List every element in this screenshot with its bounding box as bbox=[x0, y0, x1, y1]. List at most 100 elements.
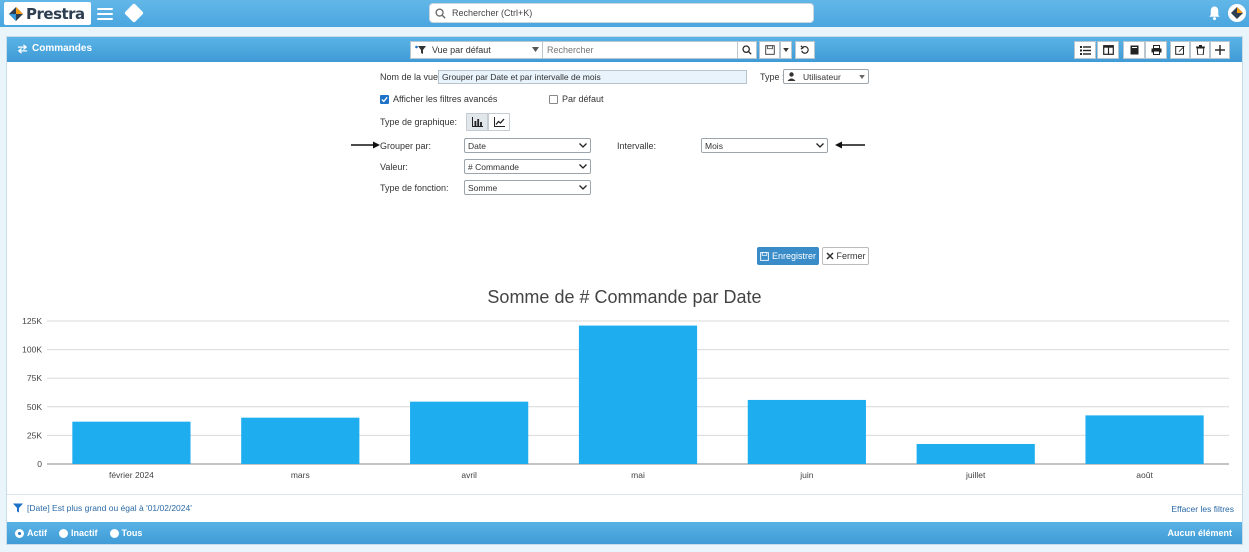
chevron-down-icon bbox=[816, 143, 824, 148]
chart-type-label: Type de graphique: bbox=[380, 117, 458, 127]
orders-panel: Commandes Vue par défaut Rechercher Nom … bbox=[6, 36, 1243, 545]
save-view-dropdown[interactable] bbox=[780, 41, 792, 59]
default-option[interactable]: Par défaut bbox=[549, 94, 604, 104]
active-filter[interactable]: [Date] Est plus grand ou égal à '01/02/2… bbox=[13, 503, 192, 513]
caret-down-icon bbox=[783, 48, 789, 52]
edit-icon bbox=[1175, 46, 1185, 55]
bar-chart-type-button[interactable] bbox=[466, 113, 488, 131]
save-button[interactable]: Enregistrer bbox=[757, 247, 819, 265]
show-advanced-checkbox[interactable] bbox=[380, 94, 389, 104]
radio-active-dot[interactable] bbox=[15, 528, 24, 538]
y-tick-label: 0 bbox=[37, 459, 42, 469]
line-chart-icon bbox=[493, 117, 505, 127]
type-label: Type : bbox=[760, 72, 785, 82]
value-select[interactable]: # Commande bbox=[464, 159, 591, 174]
view-select-value: Vue par défaut bbox=[432, 45, 491, 55]
search-icon bbox=[742, 45, 752, 55]
view-select[interactable]: Vue par défaut bbox=[410, 41, 545, 59]
x-tick-label: février 2024 bbox=[109, 470, 154, 480]
logo-icon bbox=[9, 6, 23, 21]
delete-button[interactable] bbox=[1190, 41, 1210, 59]
bar-chart-icon bbox=[471, 117, 483, 127]
panel-title-text: Commandes bbox=[32, 43, 93, 54]
filter-text: [Date] Est plus grand ou égal à '01/02/2… bbox=[27, 503, 192, 513]
filter-icon bbox=[13, 503, 23, 513]
x-tick-label: mars bbox=[291, 470, 310, 480]
default-checkbox[interactable] bbox=[549, 94, 558, 104]
radio-inactive-label: Inactif bbox=[71, 528, 98, 538]
view-name-input[interactable]: Grouper par Date et par intervalle de mo… bbox=[438, 70, 747, 84]
view-search-input[interactable] bbox=[542, 41, 738, 59]
trash-icon bbox=[1195, 45, 1205, 55]
chevron-down-icon bbox=[579, 164, 587, 169]
global-search-input[interactable]: Rechercher (Ctrl+K) bbox=[429, 3, 814, 23]
bar bbox=[1085, 415, 1204, 464]
view-name-label: Nom de la vue : bbox=[380, 72, 444, 82]
default-label: Par défaut bbox=[562, 94, 604, 104]
radio-active[interactable]: Actif bbox=[15, 528, 47, 538]
show-advanced-filters[interactable]: Afficher les filtres avancés bbox=[380, 94, 497, 104]
list-icon bbox=[1079, 45, 1091, 55]
value-label: Valeur: bbox=[380, 162, 408, 172]
function-select-value: Somme bbox=[468, 182, 498, 193]
bell-icon[interactable] bbox=[1207, 5, 1222, 21]
line-chart-type-button[interactable] bbox=[488, 113, 510, 131]
list-view-button[interactable] bbox=[1074, 41, 1096, 59]
print-button[interactable] bbox=[1145, 41, 1167, 59]
y-tick-label: 50K bbox=[27, 402, 42, 412]
radio-inactive[interactable]: Inactif bbox=[59, 528, 98, 538]
menu-icon[interactable] bbox=[97, 5, 113, 21]
close-button-label: Fermer bbox=[836, 251, 866, 261]
radio-active-label: Actif bbox=[27, 528, 47, 538]
logo-text: Prestra bbox=[26, 4, 85, 23]
bar bbox=[578, 325, 698, 464]
check-icon bbox=[381, 96, 388, 102]
bar bbox=[410, 401, 529, 464]
bar bbox=[72, 421, 191, 464]
shortcut-diamond-icon[interactable] bbox=[124, 3, 144, 23]
save-view-button[interactable] bbox=[759, 41, 780, 59]
chevron-down-icon bbox=[579, 143, 587, 148]
type-select-value: Utilisateur bbox=[803, 71, 841, 82]
interval-label: Intervalle: bbox=[617, 141, 657, 151]
radio-inactive-dot[interactable] bbox=[59, 528, 68, 538]
arrow-right-indicator bbox=[351, 141, 380, 149]
user-icon bbox=[787, 72, 796, 81]
divider bbox=[7, 494, 1242, 495]
search-button[interactable] bbox=[737, 41, 757, 59]
bar bbox=[241, 417, 360, 464]
group-by-select[interactable]: Date bbox=[464, 138, 591, 153]
chart-title: Somme de # Commande par Date bbox=[487, 287, 762, 307]
function-select[interactable]: Somme bbox=[464, 180, 591, 195]
y-tick-label: 125K bbox=[22, 316, 42, 326]
print-icon bbox=[1151, 45, 1161, 55]
search-icon bbox=[435, 7, 446, 19]
arrow-left-indicator bbox=[835, 141, 865, 149]
panel-header: Commandes Vue par défaut bbox=[7, 37, 1242, 62]
bar-chart: 0 25K 50K 75K 100K 125K février 2024 mars avril m… bbox=[22, 316, 1229, 480]
save-button-label: Enregistrer bbox=[771, 251, 816, 261]
x-tick-label: juillet bbox=[965, 470, 986, 480]
x-tick-label: mai bbox=[631, 470, 645, 480]
group-by-label: Grouper par: bbox=[380, 141, 432, 151]
columns-icon bbox=[1102, 45, 1114, 55]
show-advanced-label: Afficher les filtres avancés bbox=[393, 94, 498, 104]
reset-button[interactable] bbox=[795, 41, 815, 59]
report-button[interactable] bbox=[1123, 41, 1145, 59]
caret-down-icon bbox=[859, 75, 865, 79]
radio-all[interactable]: Tous bbox=[109, 528, 142, 538]
global-search-placeholder: Rechercher (Ctrl+K) bbox=[452, 8, 533, 18]
close-icon bbox=[825, 252, 834, 260]
panel-view-button[interactable] bbox=[1097, 41, 1119, 59]
edit-button[interactable] bbox=[1170, 41, 1190, 59]
interval-select[interactable]: Mois bbox=[701, 138, 828, 153]
add-button[interactable] bbox=[1210, 41, 1230, 59]
app-logo[interactable]: Prestra bbox=[4, 2, 91, 25]
type-select[interactable]: Utilisateur bbox=[783, 69, 869, 84]
x-tick-label: avril bbox=[461, 470, 477, 480]
y-tick-label: 25K bbox=[27, 430, 42, 440]
close-button[interactable]: Fermer bbox=[822, 247, 869, 265]
clear-filters-link[interactable]: Effacer les filtres bbox=[1171, 504, 1234, 514]
user-avatar[interactable] bbox=[1228, 4, 1246, 22]
radio-all-dot[interactable] bbox=[109, 528, 119, 538]
